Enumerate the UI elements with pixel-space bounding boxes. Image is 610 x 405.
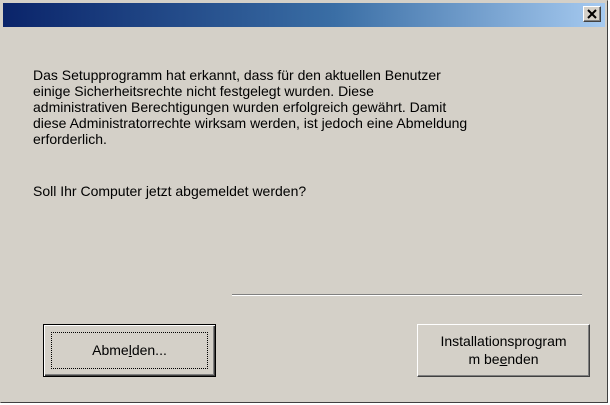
logout-label-suffix: den... [131, 342, 167, 358]
dialog-message: Das Setupprogramm hat erkannt, dass für … [33, 67, 593, 147]
exit-button-label-line-1: Installationsprogram [440, 333, 567, 349]
setup-logout-dialog: Das Setupprogramm hat erkannt, dass für … [0, 0, 608, 403]
exit-label-line-2-suffix: nden [507, 351, 539, 367]
button-separator [232, 294, 582, 296]
title-bar[interactable] [3, 3, 605, 27]
close-icon [587, 9, 597, 19]
exit-label-line-2-prefix: m be [468, 351, 500, 367]
exit-button-label-line-2: m beenden [418, 350, 589, 368]
exit-setup-button[interactable]: Installationsprogram m beenden [417, 324, 590, 377]
logout-button-label: Abmelden... [44, 341, 215, 359]
security-rights-message: Das Setupprogramm hat erkannt, dass für … [33, 67, 468, 147]
logout-question: Soll Ihr Computer jetzt abgemeldet werde… [33, 183, 307, 199]
logout-label-prefix: Abme [92, 342, 129, 358]
close-button[interactable] [583, 6, 601, 22]
logout-button[interactable]: Abmelden... [43, 324, 216, 377]
